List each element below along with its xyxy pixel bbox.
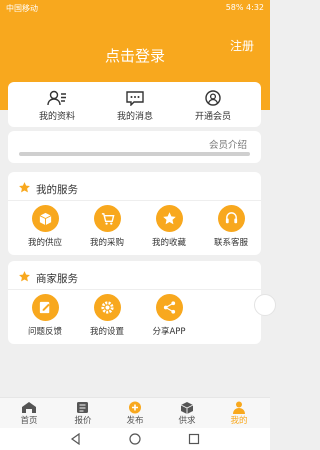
my-messages-button[interactable]: 我的消息 xyxy=(100,90,170,122)
floating-assistant-button[interactable] xyxy=(254,294,276,316)
register-button[interactable]: 注册 xyxy=(230,37,254,54)
merchant-services-title: 商家服务 xyxy=(36,273,78,285)
feedback-label: 问题反馈 xyxy=(27,327,62,337)
quick-actions-card: 我的资料 我的消息 开通会员 xyxy=(8,82,261,127)
battery-label: 58% xyxy=(225,3,244,12)
tab-mine[interactable]: 我的 xyxy=(217,401,261,426)
feedback-button[interactable]: 问题反馈 xyxy=(16,294,74,337)
my-settings-button[interactable]: 我的设置 xyxy=(78,294,136,337)
carrier-label: 中国移动 xyxy=(6,4,38,13)
contact-support-label: 联系客服 xyxy=(213,238,248,248)
edit-icon xyxy=(31,294,59,321)
headset-icon xyxy=(217,205,245,232)
back-icon[interactable] xyxy=(70,433,82,445)
my-favorites-button[interactable]: 我的收藏 xyxy=(140,205,198,248)
my-supply-button[interactable]: 我的供应 xyxy=(16,205,74,248)
gear-icon xyxy=(93,294,121,321)
home-circle-icon[interactable] xyxy=(129,433,141,445)
tab-home[interactable]: 首页 xyxy=(7,401,51,426)
open-membership-label: 开通会员 xyxy=(194,112,231,122)
my-messages-label: 我的消息 xyxy=(116,112,153,122)
member-icon xyxy=(205,90,221,106)
my-purchase-button[interactable]: 我的采购 xyxy=(78,205,136,248)
bottom-tab-bar: 首页 报价 发布 供求 我的 xyxy=(0,397,270,428)
merchant-services-section: 商家服务 问题反馈 我的设置 分享APP xyxy=(8,261,261,344)
plus-icon xyxy=(129,401,141,414)
profile-icon xyxy=(47,90,66,106)
member-progress-bar xyxy=(19,152,250,156)
tab-mine-label: 我的 xyxy=(230,416,248,426)
time-label: 4:32 xyxy=(246,3,264,12)
message-icon xyxy=(126,91,144,106)
share-icon xyxy=(155,294,183,321)
star-icon xyxy=(19,271,30,282)
my-services-title: 我的服务 xyxy=(36,184,78,196)
recents-icon[interactable] xyxy=(188,433,200,445)
my-profile-label: 我的资料 xyxy=(38,112,75,122)
tab-quote-label: 报价 xyxy=(74,416,92,426)
member-card: 会员介绍 xyxy=(8,131,261,163)
home-icon xyxy=(22,402,36,413)
tab-quote[interactable]: 报价 xyxy=(61,401,105,426)
cart-icon xyxy=(93,205,121,232)
share-app-button[interactable]: 分享APP xyxy=(140,294,198,337)
status-bar: 中国移动 58% 4:32 xyxy=(0,0,270,16)
cube-icon xyxy=(180,402,194,414)
my-services-section: 我的服务 我的供应 我的采购 我的收藏 联系客服 xyxy=(8,172,261,255)
share-app-label: 分享APP xyxy=(152,327,186,337)
tab-supply-demand-label: 供求 xyxy=(178,416,196,426)
tab-home-label: 首页 xyxy=(20,416,38,426)
my-favorites-label: 我的收藏 xyxy=(151,238,186,248)
my-settings-label: 我的设置 xyxy=(89,327,124,337)
system-nav-bar xyxy=(0,428,270,450)
tab-publish[interactable]: 发布 xyxy=(113,401,157,426)
tab-publish-label: 发布 xyxy=(126,416,144,426)
tab-supply-demand[interactable]: 供求 xyxy=(165,401,209,426)
person-icon xyxy=(233,401,245,414)
contact-support-button[interactable]: 联系客服 xyxy=(202,205,260,248)
quote-icon xyxy=(77,402,88,413)
member-intro-link[interactable]: 会员介绍 xyxy=(209,137,247,151)
section-divider xyxy=(8,200,261,201)
my-supply-label: 我的供应 xyxy=(27,238,62,248)
box-icon xyxy=(31,205,59,232)
open-membership-button[interactable]: 开通会员 xyxy=(178,90,248,122)
favorite-star-icon xyxy=(155,205,183,232)
star-icon xyxy=(19,182,30,193)
section-divider xyxy=(8,289,261,290)
status-right: 58% 4:32 xyxy=(226,3,264,12)
my-purchase-label: 我的采购 xyxy=(89,238,124,248)
my-profile-button[interactable]: 我的资料 xyxy=(22,90,92,122)
